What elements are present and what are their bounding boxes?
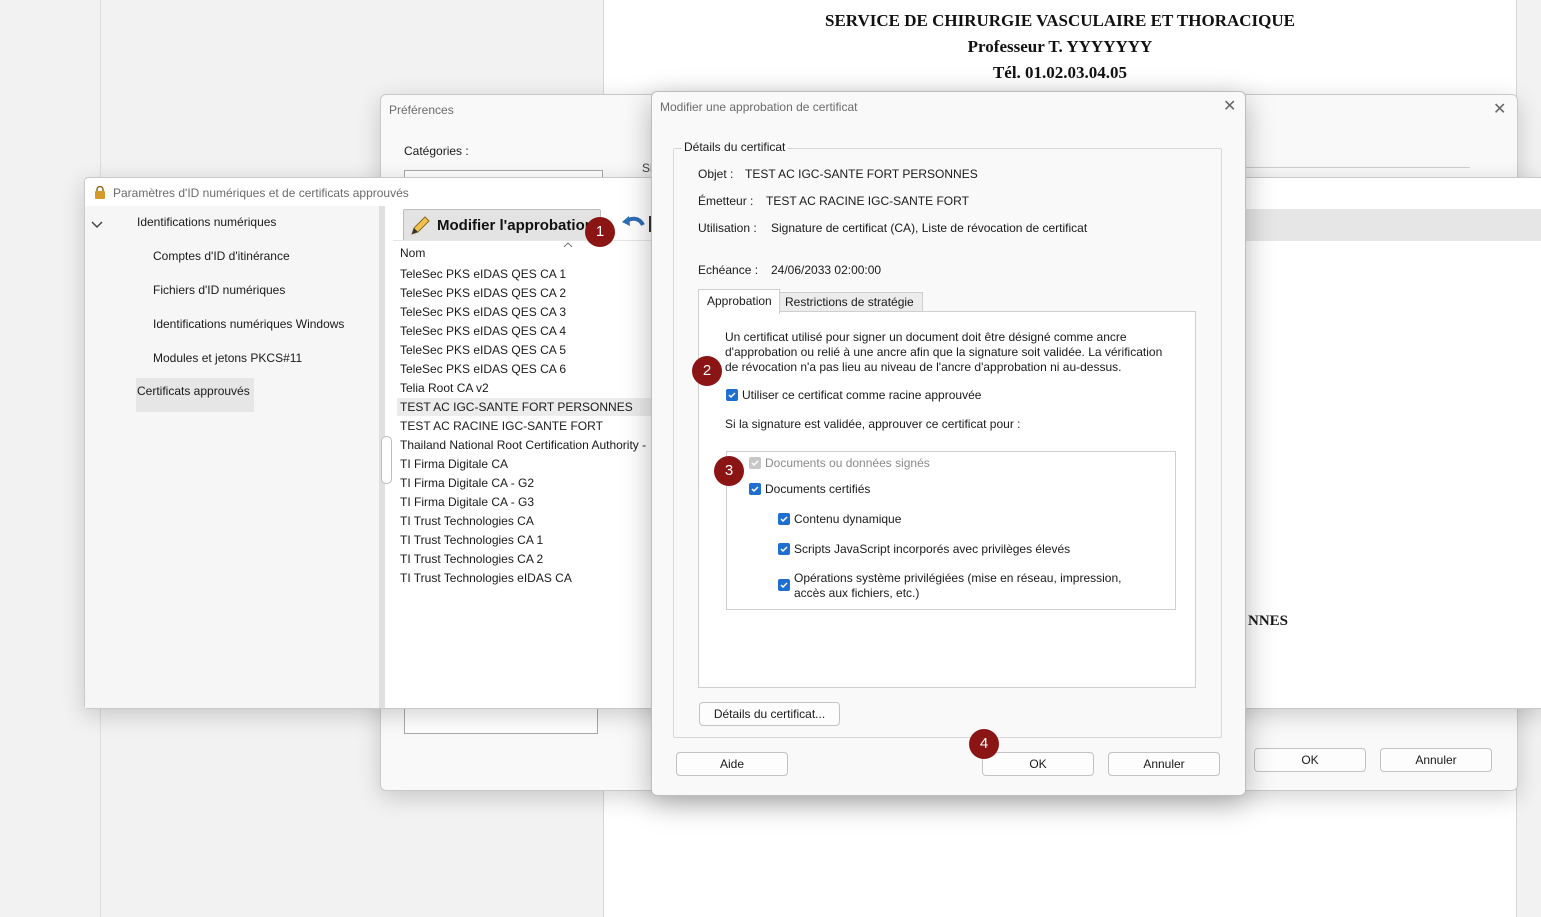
splitter-handle[interactable] xyxy=(381,436,392,484)
tree-item-windows-ids[interactable]: Identifications numériques Windows xyxy=(153,317,344,331)
tab-approval-label: Approbation xyxy=(707,294,772,308)
step-badge-4: 4 xyxy=(969,729,999,759)
document-fragment-text: NNES xyxy=(1248,613,1289,629)
table-row[interactable]: Telia Root CA v2 xyxy=(400,381,489,395)
certificate-details-button[interactable]: Détails du certificat... xyxy=(699,702,840,726)
description-line: de révocation n'a pas lieu au niveau de … xyxy=(725,360,1122,374)
digital-id-settings-title: Paramètres d'ID numériques et de certifi… xyxy=(113,186,409,200)
tree-item-roaming-accounts[interactable]: Comptes d'ID d'itinérance xyxy=(153,249,290,263)
table-row[interactable]: TI Firma Digitale CA xyxy=(400,457,508,471)
dynamic-content-checkbox[interactable] xyxy=(778,513,790,525)
tree-item-pkcs11-modules[interactable]: Modules et jetons PKCS#11 xyxy=(153,351,302,365)
javascript-privileged-checkbox[interactable] xyxy=(778,543,790,555)
preferences-cancel-button[interactable]: Annuler xyxy=(1380,748,1492,772)
pencil-icon xyxy=(409,215,431,240)
table-row[interactable]: TI Firma Digitale CA - G3 xyxy=(400,495,534,509)
table-row[interactable]: Thailand National Root Certification Aut… xyxy=(400,438,646,452)
expiry-value: 24/06/2033 02:00:00 xyxy=(771,263,882,277)
table-row[interactable]: TeleSec PKS eIDAS QES CA 6 xyxy=(400,362,566,376)
description-line: Un certificat utilisé pour signer un doc… xyxy=(725,330,1127,344)
step-badge-3: 3 xyxy=(714,456,744,486)
signed-documents-label: Documents ou données signés xyxy=(765,456,930,470)
sort-ascending-icon xyxy=(563,237,573,251)
categories-list-bottom xyxy=(404,707,598,734)
preferences-ok-button[interactable]: OK xyxy=(1254,748,1366,772)
usage-value: Signature de certificat (CA), Liste de r… xyxy=(771,221,1088,235)
tab-approval[interactable]: Approbation xyxy=(698,289,780,314)
column-header-name[interactable]: Nom xyxy=(400,246,425,260)
tab-policy-restrictions[interactable]: Restrictions de stratégie xyxy=(779,292,923,313)
dialog-title: Modifier une approbation de certificat xyxy=(660,100,858,114)
dynamic-content-label: Contenu dynamique xyxy=(794,512,902,526)
help-button[interactable]: Aide xyxy=(676,752,788,776)
if-validated-label: Si la signature est validée, approuver c… xyxy=(725,417,1021,431)
system-operations-label: accès aux fichiers, etc.) xyxy=(794,586,920,600)
use-as-trusted-root-checkbox[interactable] xyxy=(726,389,738,401)
table-row[interactable]: TeleSec PKS eIDAS QES CA 2 xyxy=(400,286,566,300)
table-row[interactable]: TeleSec PKS eIDAS QES CA 1 xyxy=(400,267,566,281)
tab-policy-restrictions-label: Restrictions de stratégie xyxy=(785,295,914,309)
table-row[interactable]: TI Trust Technologies CA 2 xyxy=(400,552,543,566)
preferences-title: Préférences xyxy=(389,103,454,117)
system-operations-checkbox[interactable] xyxy=(778,579,790,591)
table-row[interactable]: TeleSec PKS eIDAS QES CA 5 xyxy=(400,343,566,357)
cancel-button[interactable]: Annuler xyxy=(1108,752,1220,776)
lock-icon xyxy=(94,185,106,199)
table-row[interactable]: TI Trust Technologies CA xyxy=(400,514,534,528)
edit-trust-label: Modifier l'approbation xyxy=(437,217,594,234)
table-row[interactable]: TI Trust Technologies eIDAS CA xyxy=(400,571,572,585)
expiry-label: Echéance : xyxy=(698,263,759,277)
document-line-service: SERVICE DE CHIRURGIE VASCULAIRE ET THORA… xyxy=(824,11,1295,30)
edit-certificate-trust-dialog: Modifier une approbation de certificat ✕… xyxy=(651,91,1246,796)
table-row[interactable]: TeleSec PKS eIDAS QES CA 3 xyxy=(400,305,566,319)
javascript-privileged-label: Scripts JavaScript incorporés avec privi… xyxy=(794,542,1071,556)
use-as-trusted-root-label: Utiliser ce certificat comme racine appr… xyxy=(742,388,982,402)
system-operations-label: Opérations système privilégiées (mise en… xyxy=(794,571,1122,585)
object-label: Objet : xyxy=(698,167,734,181)
categories-label: Catégories : xyxy=(404,144,469,158)
description-line: d'approbation ou relié à une ancre afin … xyxy=(725,345,1163,359)
table-row[interactable]: TeleSec PKS eIDAS QES CA 4 xyxy=(400,324,566,338)
tree-item-digital-ids[interactable]: Identifications numériques xyxy=(137,215,276,229)
object-value: TEST AC IGC-SANTE FORT PERSONNES xyxy=(745,167,978,181)
certificate-details-legend: Détails du certificat xyxy=(682,140,788,154)
chevron-down-icon[interactable] xyxy=(91,218,103,232)
step-badge-2: 2 xyxy=(692,356,722,386)
table-row[interactable]: TEST AC IGC-SANTE FORT PERSONNES xyxy=(400,400,633,414)
preferences-close-icon[interactable]: ✕ xyxy=(1493,102,1506,118)
table-row[interactable]: TI Trust Technologies CA 1 xyxy=(400,533,543,547)
tree-panel: Identifications numériques Comptes d'ID … xyxy=(85,206,379,708)
certified-documents-checkbox[interactable] xyxy=(749,483,761,495)
issuer-value: TEST AC RACINE IGC-SANTE FORT xyxy=(766,194,969,208)
dialog-close-icon[interactable]: ✕ xyxy=(1223,99,1236,115)
tree-item-digital-id-files[interactable]: Fichiers d'ID numériques xyxy=(153,283,285,297)
document-line-phone: Tél. 01.02.03.04.05 xyxy=(992,63,1128,82)
signed-documents-checkbox[interactable] xyxy=(749,457,761,469)
step-badge-1: 1 xyxy=(585,217,615,247)
table-row[interactable]: TI Firma Digitale CA - G2 xyxy=(400,476,534,490)
issuer-label: Émetteur : xyxy=(698,194,754,208)
usage-label: Utilisation : xyxy=(698,221,757,235)
document-line-professor: Professeur T. YYYYYYY xyxy=(967,37,1153,56)
ok-button[interactable]: OK xyxy=(982,752,1094,776)
undo-arrow-icon[interactable] xyxy=(621,214,647,237)
tree-item-trusted-certificates[interactable]: Certificats approuvés xyxy=(136,378,254,412)
certified-documents-label: Documents certifiés xyxy=(765,482,871,496)
table-row[interactable]: TEST AC RACINE IGC-SANTE FORT xyxy=(400,419,603,433)
right-header-strip xyxy=(1245,209,1541,241)
